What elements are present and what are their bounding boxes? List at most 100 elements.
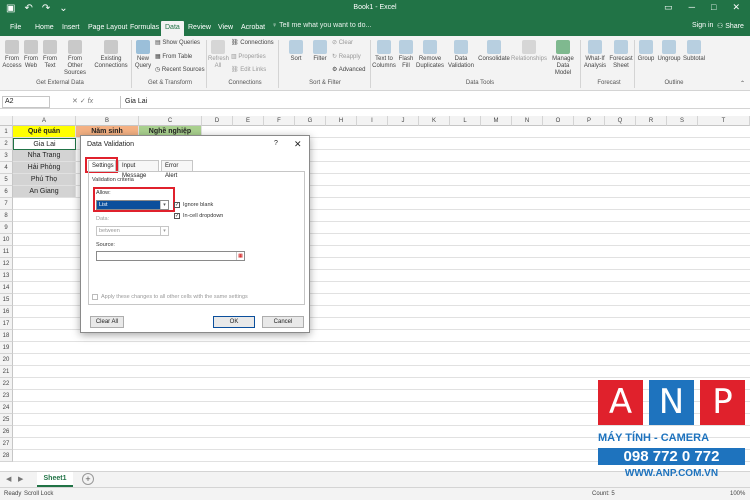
sign-in-link[interactable]: Sign in — [692, 22, 713, 29]
row-header[interactable]: 8 — [0, 210, 13, 222]
tab-file[interactable]: File — [6, 21, 25, 36]
flash-fill-button[interactable]: Flash Fill — [398, 40, 414, 70]
row-header[interactable]: 18 — [0, 330, 13, 342]
column-header[interactable]: D — [202, 116, 233, 126]
row-header[interactable]: 10 — [0, 234, 13, 246]
refresh-all-button[interactable]: Refresh All — [208, 40, 229, 70]
ok-button[interactable]: OK — [213, 316, 255, 328]
row-header[interactable]: 15 — [0, 294, 13, 306]
ribbon-display-icon[interactable]: ▭ — [664, 2, 673, 13]
row-header[interactable]: 6 — [0, 186, 13, 198]
row-header[interactable]: 26 — [0, 426, 13, 438]
remove-duplicates-button[interactable]: Remove Duplicates — [416, 40, 444, 70]
dialog-close-icon[interactable]: ✕ — [294, 139, 302, 150]
column-header[interactable]: L — [450, 116, 481, 126]
formula-input[interactable]: Gia Lai — [120, 96, 748, 108]
tab-review[interactable]: Review — [184, 21, 215, 36]
dialog-help-button[interactable]: ? — [274, 140, 278, 147]
row-header[interactable]: 16 — [0, 306, 13, 318]
row-header[interactable]: 19 — [0, 342, 13, 354]
filter-button[interactable]: Filter — [310, 40, 330, 63]
column-header[interactable]: M — [481, 116, 512, 126]
column-header[interactable]: T — [698, 116, 750, 126]
column-header[interactable]: H — [326, 116, 357, 126]
enter-icon[interactable]: ✓ — [80, 98, 88, 105]
clear-filter-button[interactable]: ⊘ Clear — [332, 39, 353, 46]
text-to-columns-button[interactable]: Text to Columns — [372, 40, 396, 70]
sort-button[interactable]: Sort — [286, 40, 306, 63]
column-header[interactable]: A — [13, 116, 76, 126]
cancel-button[interactable]: Cancel — [262, 316, 304, 328]
tab-view[interactable]: View — [214, 21, 237, 36]
from-other-sources-button[interactable]: From Other Sources — [60, 40, 90, 77]
column-header[interactable]: K — [419, 116, 450, 126]
row-header[interactable]: 4 — [0, 162, 13, 174]
row-header[interactable]: 17 — [0, 318, 13, 330]
column-header[interactable]: O — [543, 116, 574, 126]
column-header[interactable]: J — [388, 116, 419, 126]
recent-sources-button[interactable]: ◷ Recent Sources — [155, 66, 205, 73]
subtotal-button[interactable]: Subtotal — [682, 40, 706, 63]
advanced-filter-button[interactable]: ⚙ Advanced — [332, 66, 365, 73]
from-access-button[interactable]: From Access — [2, 40, 22, 70]
column-header[interactable]: P — [574, 116, 605, 126]
row-header[interactable]: 25 — [0, 414, 13, 426]
tab-acrobat[interactable]: Acrobat — [237, 21, 269, 36]
name-box[interactable]: A2 — [2, 96, 50, 108]
existing-connections-button[interactable]: Existing Connections — [94, 40, 128, 70]
group-button[interactable]: Group — [636, 40, 656, 63]
apply-changes-checkbox[interactable] — [92, 294, 98, 300]
row-header[interactable]: 14 — [0, 282, 13, 294]
row-header[interactable]: 5 — [0, 174, 13, 186]
row-header[interactable]: 28 — [0, 450, 13, 462]
column-header[interactable]: G — [295, 116, 326, 126]
edit-links-button[interactable]: ⛓ Edit Links — [231, 66, 266, 73]
cancel-entry-icon[interactable]: ✕ — [72, 98, 80, 105]
in-cell-dropdown-checkbox[interactable]: ✓ — [174, 213, 180, 219]
row-header[interactable]: 11 — [0, 246, 13, 258]
tab-error-alert[interactable]: Error Alert — [161, 160, 193, 179]
tab-formulas[interactable]: Formulas — [126, 21, 163, 36]
column-header[interactable]: F — [264, 116, 295, 126]
cell-a5[interactable]: Phú Thọ — [13, 174, 76, 186]
clear-all-button[interactable]: Clear All — [90, 316, 124, 328]
from-table-button[interactable]: ▦ From Table — [155, 53, 192, 60]
row-header[interactable]: 13 — [0, 270, 13, 282]
row-header[interactable]: 2 — [0, 138, 13, 150]
cell-a1[interactable]: Quê quán — [13, 126, 76, 138]
what-if-button[interactable]: What-If Analysis — [582, 40, 608, 70]
next-sheet-icon[interactable]: ▶ — [18, 475, 23, 483]
reapply-button[interactable]: ↻ Reapply — [332, 53, 361, 60]
column-header[interactable]: B — [76, 116, 139, 126]
row-header[interactable]: 21 — [0, 366, 13, 378]
row-header[interactable]: 12 — [0, 258, 13, 270]
column-header[interactable]: R — [636, 116, 667, 126]
range-select-icon[interactable]: ▦ — [236, 252, 244, 260]
ignore-blank-checkbox[interactable]: ✓ — [174, 202, 180, 208]
tab-page-layout[interactable]: Page Layout — [84, 21, 131, 36]
insert-function-icon[interactable]: fx — [88, 98, 93, 105]
row-header[interactable]: 1 — [0, 126, 13, 138]
row-header[interactable]: 23 — [0, 390, 13, 402]
prev-sheet-icon[interactable]: ◀ — [6, 475, 11, 483]
from-text-button[interactable]: From Text — [40, 40, 60, 70]
cell-a2[interactable]: Gia Lai — [13, 138, 76, 150]
column-header[interactable]: I — [357, 116, 388, 126]
row-header[interactable]: 27 — [0, 438, 13, 450]
column-header[interactable]: C — [139, 116, 202, 126]
from-web-button[interactable]: From Web — [22, 40, 40, 70]
collapse-ribbon-icon[interactable]: ⌃ — [740, 80, 745, 87]
sheet-tab-sheet1[interactable]: Sheet1 — [37, 472, 73, 487]
cell-a4[interactable]: Hải Phòng — [13, 162, 76, 174]
new-query-button[interactable]: New Query — [134, 40, 152, 70]
row-header[interactable]: 3 — [0, 150, 13, 162]
tab-input-message[interactable]: Input Message — [118, 160, 159, 179]
column-header[interactable]: N — [512, 116, 543, 126]
tell-me-box[interactable]: ♀ Tell me what you want to do... — [272, 22, 371, 29]
show-queries-button[interactable]: ▤ Show Queries — [155, 39, 200, 46]
column-header[interactable]: Q — [605, 116, 636, 126]
connections-button[interactable]: ⛓ Connections — [231, 39, 274, 46]
source-input[interactable]: ▦ — [96, 251, 245, 261]
column-header[interactable]: S — [667, 116, 698, 126]
row-header[interactable]: 7 — [0, 198, 13, 210]
